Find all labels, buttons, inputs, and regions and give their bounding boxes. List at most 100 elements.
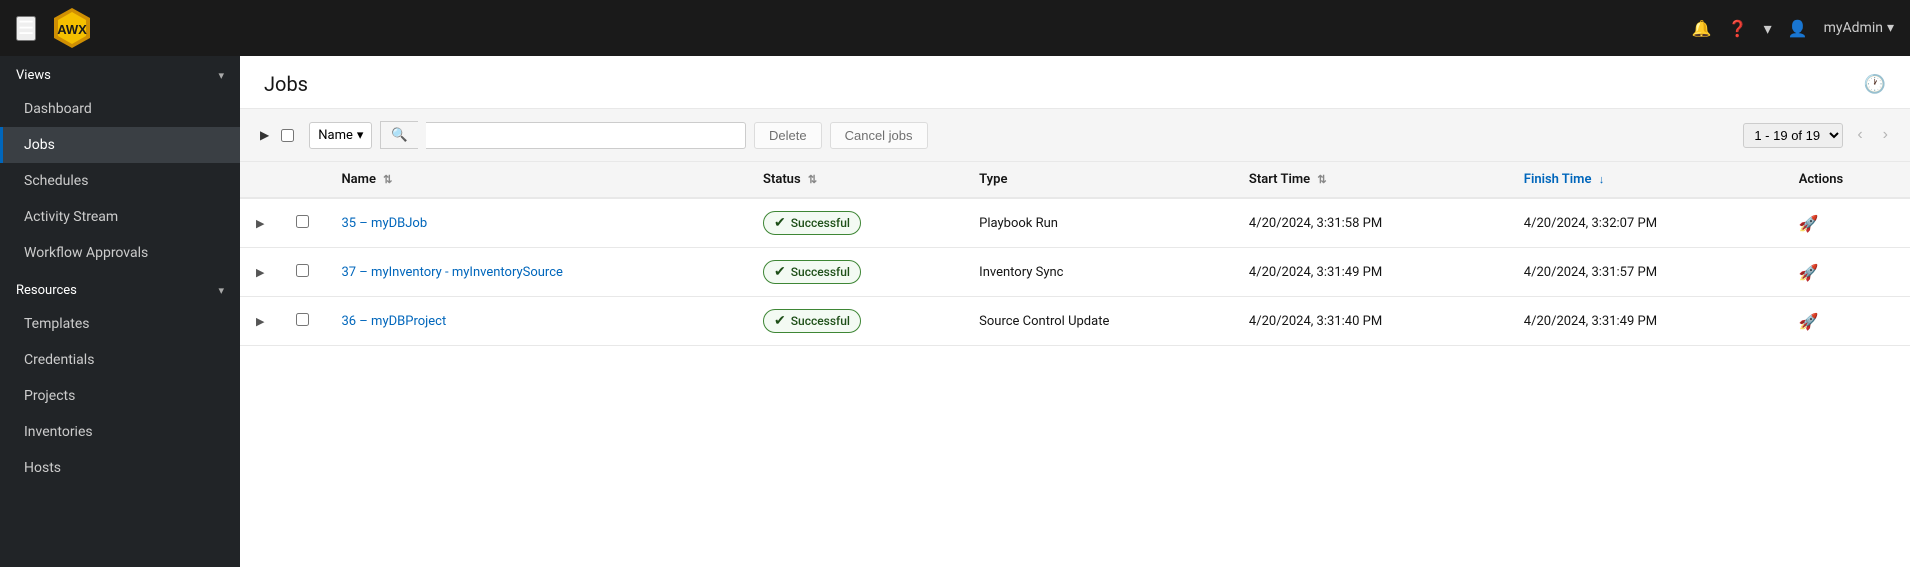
sidebar-item-templates[interactable]: Templates — [0, 306, 240, 342]
row-finish-time-cell: 4/20/2024, 3:31:57 PM — [1508, 248, 1783, 297]
col-expand — [240, 162, 280, 198]
row-checkbox[interactable] — [296, 264, 309, 277]
sidebar-item-label: Templates — [24, 316, 90, 332]
content-area: Jobs 🕐 ▶ Name ▾ 🔍 Delete Cancel jobs — [240, 56, 1910, 567]
row-checkbox-cell[interactable] — [280, 297, 325, 346]
status-label: Successful — [791, 216, 850, 230]
navbar: ☰ AWX 🔔 ❓ ▾ 👤 myAdmin ▾ — [0, 0, 1910, 56]
status-label: Successful — [791, 314, 850, 328]
col-header-start-time[interactable]: Start Time ⇅ — [1233, 162, 1508, 198]
navbar-left: ☰ AWX — [16, 4, 96, 52]
col-header-status[interactable]: Status ⇅ — [747, 162, 963, 198]
col-actions-label: Actions — [1799, 172, 1844, 187]
row-name-cell: 36 – myDBProject — [325, 297, 747, 346]
job-link[interactable]: 36 – myDBProject — [341, 314, 446, 329]
col-type-label: Type — [979, 172, 1007, 187]
row-checkbox[interactable] — [296, 313, 309, 326]
hamburger-button[interactable]: ☰ — [16, 16, 36, 41]
row-finish-time-cell: 4/20/2024, 3:32:07 PM — [1508, 198, 1783, 248]
awx-logo-icon: AWX — [48, 4, 96, 52]
sidebar-item-credentials[interactable]: Credentials — [0, 342, 240, 378]
row-expand-button[interactable]: ▶ — [256, 315, 264, 328]
filter-select[interactable]: Name ▾ — [309, 122, 372, 149]
col-status-label: Status — [763, 172, 801, 187]
job-link[interactable]: 37 – myInventory - myInventorySource — [341, 265, 562, 280]
sidebar-item-schedules[interactable]: Schedules — [0, 163, 240, 199]
row-checkbox-cell[interactable] — [280, 248, 325, 297]
col-checkbox — [280, 162, 325, 198]
help-chevron-icon[interactable]: ▾ — [1764, 19, 1772, 38]
notifications-icon[interactable]: 🔔 — [1692, 19, 1712, 38]
col-finish-time-sort-icon[interactable]: ↓ — [1599, 173, 1605, 186]
svg-text:AWX: AWX — [57, 22, 87, 37]
views-section-header[interactable]: Views ▾ — [0, 56, 240, 91]
next-page-button[interactable]: › — [1877, 124, 1894, 146]
col-name-sort-icon[interactable]: ⇅ — [383, 173, 392, 186]
prev-page-button[interactable]: ‹ — [1851, 124, 1868, 146]
resources-section-header[interactable]: Resources ▾ — [0, 271, 240, 306]
toolbar: ▶ Name ▾ 🔍 Delete Cancel jobs 1 - 19 of … — [240, 109, 1910, 162]
resources-chevron-icon: ▾ — [218, 284, 224, 297]
status-check-icon: ✔ — [774, 313, 786, 329]
status-badge: ✔ Successful — [763, 211, 861, 235]
sidebar-item-jobs[interactable]: Jobs — [0, 127, 240, 163]
sidebar-item-dashboard[interactable]: Dashboard — [0, 91, 240, 127]
sidebar-item-label: Schedules — [24, 173, 88, 189]
sidebar-item-hosts[interactable]: Hosts — [0, 450, 240, 486]
pagination-select[interactable]: 1 - 19 of 19 — [1743, 123, 1843, 148]
cancel-jobs-button[interactable]: Cancel jobs — [830, 122, 928, 149]
sidebar-item-label: Activity Stream — [24, 209, 118, 225]
jobs-table-container: Name ⇅ Status ⇅ Type Start Time ⇅ — [240, 162, 1910, 567]
user-icon: 👤 — [1788, 19, 1808, 38]
col-start-time-sort-icon[interactable]: ⇅ — [1317, 173, 1326, 186]
search-button[interactable]: 🔍 — [380, 121, 418, 149]
table-row: ▶ 37 – myInventory - myInventorySource ✔… — [240, 248, 1910, 297]
col-header-finish-time[interactable]: Finish Time ↓ — [1508, 162, 1783, 198]
row-expand-button[interactable]: ▶ — [256, 266, 264, 279]
filter-label: Name — [318, 128, 353, 143]
table-row: ▶ 35 – myDBJob ✔ Successful Playbook Run… — [240, 198, 1910, 248]
row-checkbox[interactable] — [296, 215, 309, 228]
expand-all-button[interactable]: ▶ — [256, 124, 273, 146]
sidebar-item-projects[interactable]: Projects — [0, 378, 240, 414]
views-chevron-icon: ▾ — [218, 69, 224, 82]
status-check-icon: ✔ — [774, 264, 786, 280]
sidebar-item-workflow-approvals[interactable]: Workflow Approvals — [0, 235, 240, 271]
username-label: myAdmin — [1824, 20, 1883, 36]
delete-button[interactable]: Delete — [754, 122, 822, 149]
pagination-info: 1 - 19 of 19 ‹ › — [1743, 123, 1894, 148]
select-all-checkbox[interactable] — [281, 129, 294, 142]
history-icon[interactable]: 🕐 — [1864, 74, 1886, 95]
sidebar-item-label: Inventories — [24, 424, 93, 440]
sidebar-item-label: Projects — [24, 388, 75, 404]
jobs-tbody: ▶ 35 – myDBJob ✔ Successful Playbook Run… — [240, 198, 1910, 346]
launch-icon[interactable]: 🚀 — [1799, 263, 1819, 282]
sidebar: Views ▾ Dashboard Jobs Schedules Activit… — [0, 56, 240, 567]
sidebar-item-inventories[interactable]: Inventories — [0, 414, 240, 450]
search-input-wrap — [426, 122, 746, 149]
sidebar-item-activity-stream[interactable]: Activity Stream — [0, 199, 240, 235]
row-actions-cell: 🚀 — [1783, 198, 1910, 248]
col-finish-time-label: Finish Time — [1524, 172, 1592, 187]
col-header-name[interactable]: Name ⇅ — [325, 162, 747, 198]
launch-icon[interactable]: 🚀 — [1799, 214, 1819, 233]
logo: AWX — [48, 4, 96, 52]
job-link[interactable]: 35 – myDBJob — [341, 216, 427, 231]
page-header: Jobs 🕐 — [240, 56, 1910, 109]
sidebar-item-label: Workflow Approvals — [24, 245, 148, 261]
search-input[interactable] — [426, 123, 745, 148]
main-layout: Views ▾ Dashboard Jobs Schedules Activit… — [0, 56, 1910, 567]
help-icon[interactable]: ❓ — [1728, 19, 1748, 38]
select-all-checkbox-wrap[interactable] — [281, 129, 301, 142]
launch-icon[interactable]: 🚀 — [1799, 312, 1819, 331]
row-expand-button[interactable]: ▶ — [256, 217, 264, 230]
status-label: Successful — [791, 265, 850, 279]
views-label: Views — [16, 68, 51, 83]
col-status-sort-icon[interactable]: ⇅ — [808, 173, 817, 186]
row-start-time-cell: 4/20/2024, 3:31:40 PM — [1233, 297, 1508, 346]
row-type-cell: Source Control Update — [963, 297, 1233, 346]
row-expand-cell: ▶ — [240, 198, 280, 248]
user-menu[interactable]: myAdmin ▾ — [1824, 20, 1894, 36]
row-checkbox-cell[interactable] — [280, 198, 325, 248]
row-start-time-cell: 4/20/2024, 3:31:58 PM — [1233, 198, 1508, 248]
